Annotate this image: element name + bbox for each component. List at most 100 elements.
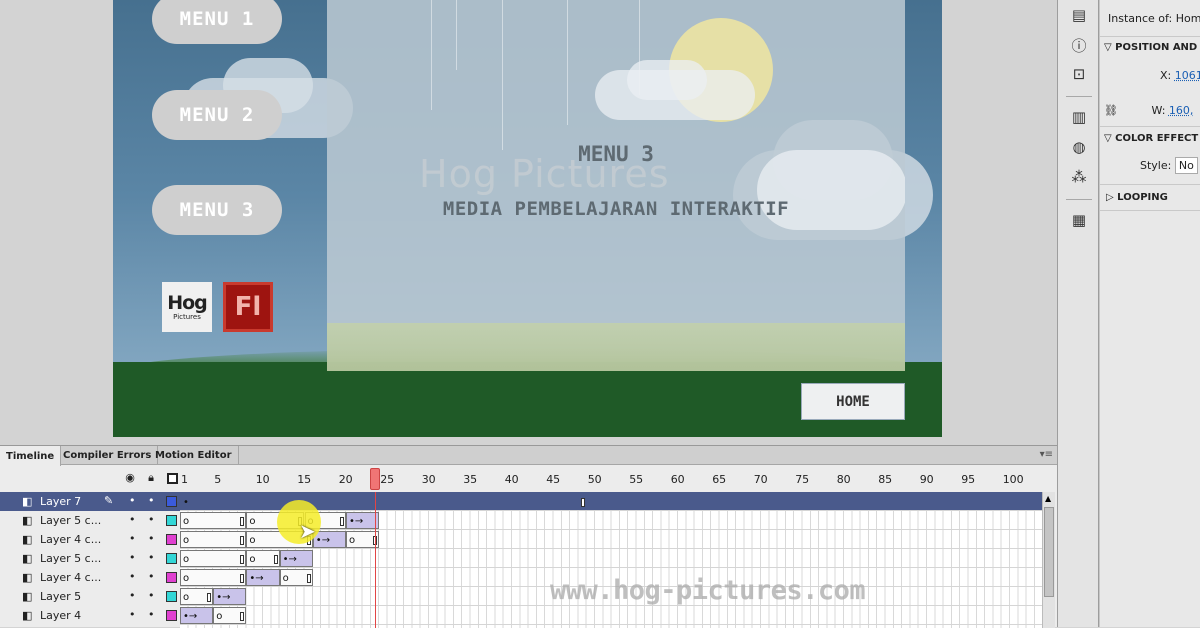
keyframe-icon[interactable]: •→ bbox=[183, 612, 197, 622]
lock-dot[interactable]: • bbox=[148, 551, 155, 564]
keyframe-icon[interactable]: •→ bbox=[283, 555, 297, 565]
motion-tween-span[interactable]: •→ bbox=[213, 588, 247, 605]
lock-dot[interactable]: • bbox=[148, 589, 155, 602]
keyframe-icon[interactable]: •→ bbox=[216, 593, 230, 603]
keyframe-icon[interactable]: o bbox=[249, 517, 255, 527]
layer-row[interactable]: ◧ Layer 7 ✎ • • bbox=[0, 492, 180, 511]
layer-row[interactable]: ◧ Layer 5 c... • • bbox=[0, 511, 180, 530]
tab-timeline[interactable]: Timeline bbox=[0, 446, 62, 466]
motion-tween-span[interactable]: •→ bbox=[246, 569, 280, 586]
motion-tween-span[interactable]: •→ bbox=[279, 550, 313, 567]
visibility-dot[interactable]: • bbox=[129, 589, 136, 602]
lock-dot[interactable]: • bbox=[148, 608, 155, 621]
tab-motion-editor[interactable]: Motion Editor bbox=[149, 446, 239, 465]
visibility-dot[interactable]: • bbox=[129, 570, 136, 583]
lock-dot[interactable]: • bbox=[148, 513, 155, 526]
keyframe-icon[interactable]: o bbox=[349, 536, 355, 546]
frame-span[interactable]: o bbox=[180, 531, 247, 548]
layer-name[interactable]: Layer 7 bbox=[40, 495, 81, 508]
visibility-dot[interactable]: • bbox=[129, 551, 136, 564]
keyframe-icon[interactable]: o bbox=[183, 555, 189, 565]
color-icon[interactable]: ◍ bbox=[1068, 136, 1090, 158]
keyframe-icon[interactable]: o bbox=[183, 536, 189, 546]
scroll-up-icon[interactable]: ▲ bbox=[1045, 494, 1051, 503]
layer-name[interactable]: Layer 5 c... bbox=[40, 552, 101, 565]
frame-span[interactable]: • bbox=[180, 493, 587, 510]
keyframe-icon[interactable]: o bbox=[183, 517, 189, 527]
scene-icon[interactable]: ▦ bbox=[1068, 209, 1090, 231]
layer-name[interactable]: Layer 4 c... bbox=[40, 533, 101, 546]
library-icon[interactable]: ▥ bbox=[1068, 106, 1090, 128]
visibility-dot[interactable]: • bbox=[129, 513, 136, 526]
layer-row[interactable]: ◧ Layer 4 c... • • bbox=[0, 530, 180, 549]
layer-color-swatch[interactable] bbox=[166, 610, 177, 621]
frame-ruler[interactable]: 1 5 10 15 20 25 30 35 40 45 50 55 60 65 70 75 80 85 90 95 10… bbox=[180, 466, 1042, 492]
layer-name[interactable]: Layer 5 bbox=[40, 590, 81, 603]
frame-span[interactable]: o bbox=[279, 569, 313, 586]
layer-row[interactable]: ◧ Layer 4 c... • • bbox=[0, 568, 180, 587]
keyframe-icon[interactable]: •→ bbox=[249, 574, 263, 584]
looping-section[interactable]: ▷ LOOPING bbox=[1106, 192, 1200, 203]
layer-color-swatch[interactable] bbox=[166, 553, 177, 564]
visibility-dot[interactable]: • bbox=[129, 608, 136, 621]
eye-icon[interactable]: ◉ bbox=[124, 472, 136, 484]
layer-name[interactable]: Layer 4 bbox=[40, 609, 81, 622]
frame-span[interactable]: o bbox=[246, 550, 280, 567]
tab-compiler-errors[interactable]: Compiler Errors bbox=[57, 446, 159, 465]
info-icon[interactable]: ⓘ bbox=[1068, 34, 1090, 56]
keyframe-icon[interactable]: • bbox=[183, 498, 189, 508]
keyframe-icon[interactable]: o bbox=[183, 593, 189, 603]
layer-color-swatch[interactable] bbox=[166, 591, 177, 602]
instance-of-value[interactable]: Hom bbox=[1176, 12, 1200, 25]
layer-color-swatch[interactable] bbox=[166, 515, 177, 526]
lock-icon[interactable]: 🔒︎ bbox=[145, 472, 157, 484]
keyframe-icon[interactable]: o bbox=[283, 574, 289, 584]
playhead[interactable] bbox=[369, 468, 380, 490]
frame-span[interactable]: o bbox=[213, 607, 247, 624]
keyframe-icon[interactable]: •→ bbox=[349, 517, 363, 527]
home-button[interactable]: HOME bbox=[801, 383, 905, 420]
keyframe-icon[interactable]: o bbox=[216, 612, 222, 622]
keyframe-icon[interactable]: o bbox=[249, 536, 255, 546]
motion-tween-span[interactable]: •→ bbox=[180, 607, 214, 624]
menu-3-button[interactable]: MENU 3 bbox=[152, 185, 282, 235]
layer-row[interactable]: ◧ Layer 5 • • bbox=[0, 587, 180, 606]
keyframe-icon[interactable]: •→ bbox=[316, 536, 330, 546]
layer-color-swatch[interactable] bbox=[166, 534, 177, 545]
visibility-dot[interactable]: • bbox=[129, 494, 136, 507]
frame-span[interactable]: o bbox=[180, 512, 247, 529]
frame-span[interactable]: o bbox=[180, 588, 214, 605]
components-icon[interactable]: ⁂ bbox=[1068, 166, 1090, 188]
layer-row[interactable]: ◧ Layer 4 • • bbox=[0, 606, 180, 625]
menu-2-button[interactable]: MENU 2 bbox=[152, 90, 282, 140]
layer-name[interactable]: Layer 5 c... bbox=[40, 514, 101, 527]
scrollbar-thumb[interactable] bbox=[1044, 507, 1054, 597]
keyframe-icon[interactable]: o bbox=[183, 574, 189, 584]
visibility-dot[interactable]: • bbox=[129, 532, 136, 545]
transform-icon[interactable]: ⊡ bbox=[1068, 63, 1090, 85]
align-icon[interactable]: ▤ bbox=[1068, 4, 1090, 26]
layer-row[interactable]: ◧ Layer 5 c... • • bbox=[0, 549, 180, 568]
layer-color-swatch[interactable] bbox=[166, 572, 177, 583]
motion-tween-span[interactable]: •→ bbox=[312, 531, 346, 548]
outline-icon[interactable] bbox=[167, 473, 178, 484]
color-effect-section[interactable]: ▽ COLOR EFFECT bbox=[1104, 133, 1200, 144]
layer-color-swatch[interactable] bbox=[166, 496, 177, 507]
menu-1-button[interactable]: MENU 1 bbox=[152, 0, 282, 44]
link-icon[interactable]: ⛓ bbox=[1104, 104, 1118, 117]
frame-span[interactable]: o bbox=[180, 550, 247, 567]
lock-dot[interactable]: • bbox=[148, 494, 155, 507]
style-select[interactable]: No bbox=[1174, 157, 1198, 174]
position-size-section[interactable]: ▽ POSITION AND bbox=[1104, 42, 1200, 53]
frame-row[interactable]: •→ o bbox=[180, 606, 1042, 625]
frame-span[interactable]: o bbox=[180, 569, 247, 586]
x-value[interactable]: 1061 bbox=[1175, 69, 1200, 82]
lock-dot[interactable]: • bbox=[148, 570, 155, 583]
w-value[interactable]: 160, bbox=[1169, 104, 1194, 117]
stage[interactable]: MENU 1 MENU 2 MENU 3 Hog Pictures Fl Hog… bbox=[113, 0, 942, 437]
timeline-scrollbar[interactable]: ▲ bbox=[1042, 492, 1055, 628]
keyframe-icon[interactable]: o bbox=[249, 555, 255, 565]
panel-menu-icon[interactable]: ▾≡ bbox=[1040, 449, 1053, 460]
frame-row[interactable]: o o •→ bbox=[180, 549, 1042, 568]
layer-name[interactable]: Layer 4 c... bbox=[40, 571, 101, 584]
